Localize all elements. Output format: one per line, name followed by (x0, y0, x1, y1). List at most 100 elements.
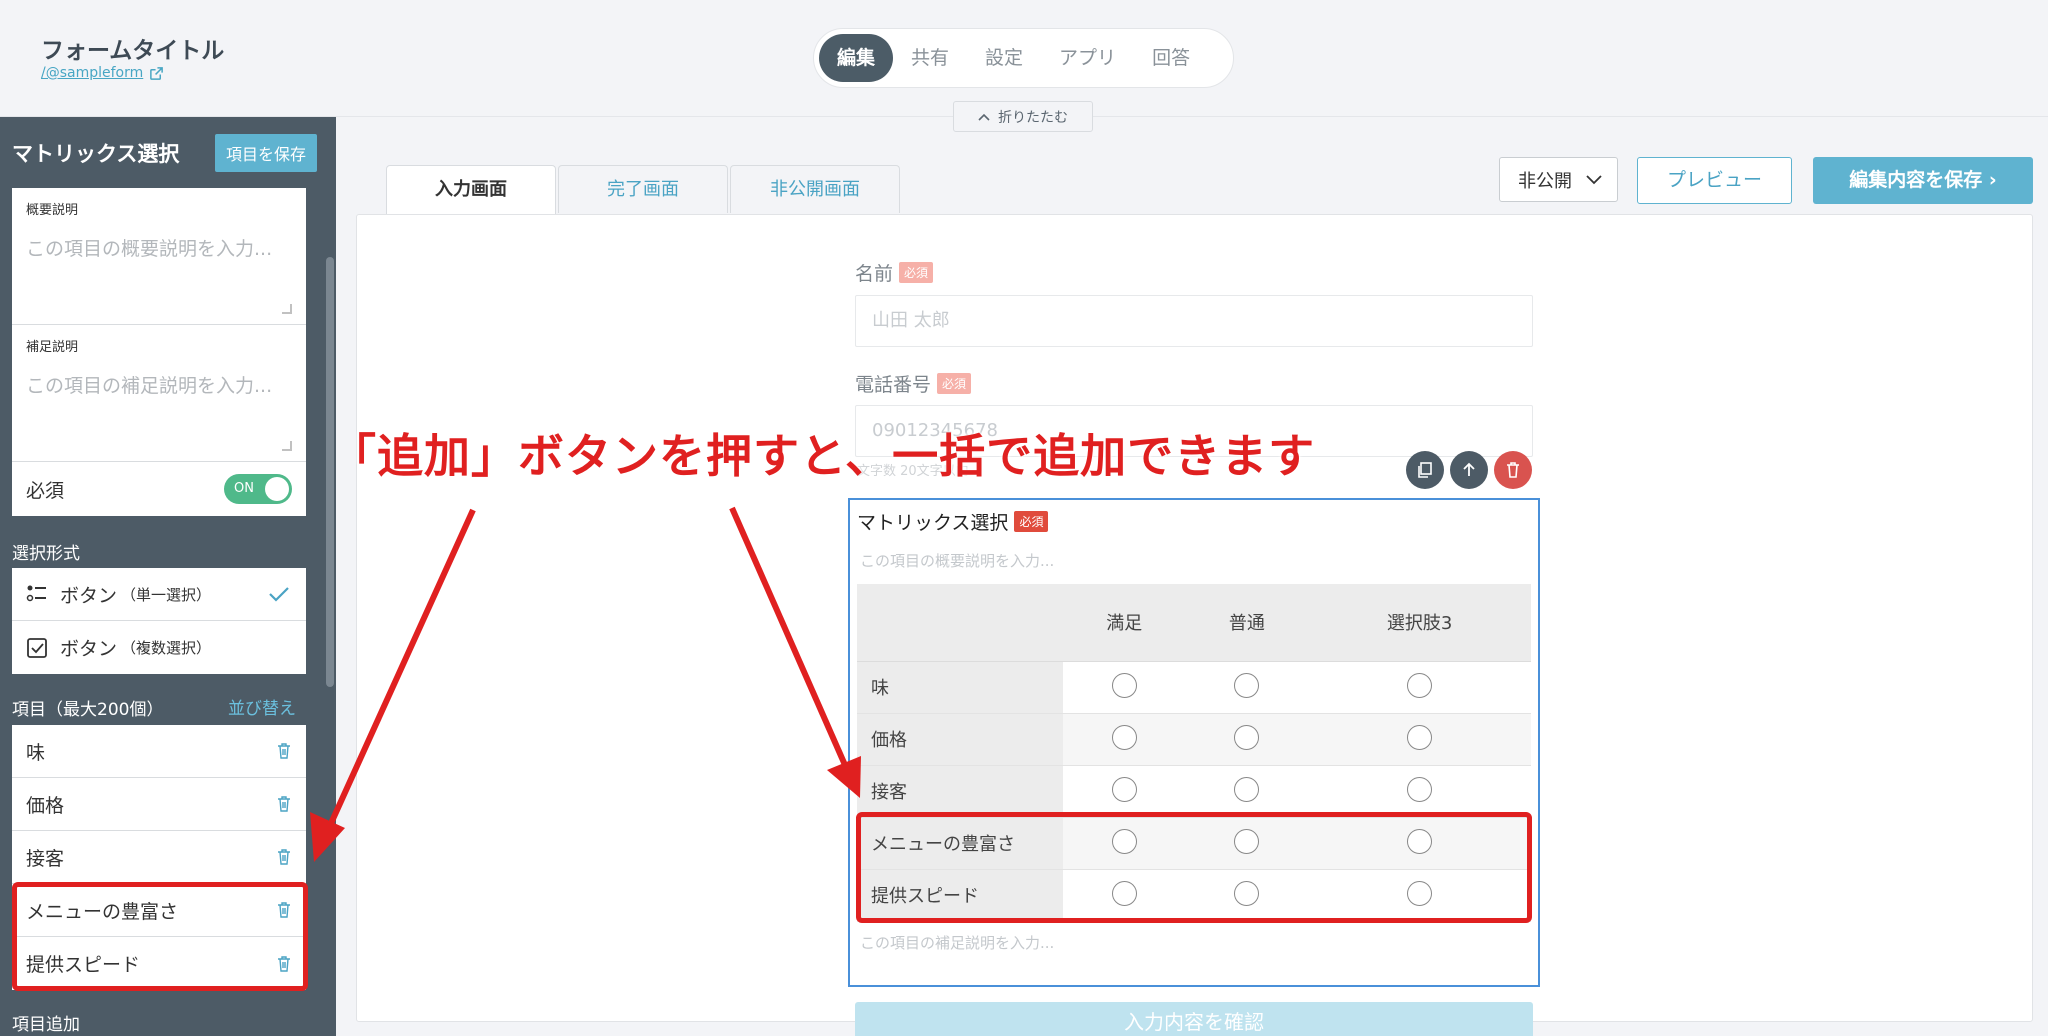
matrix-row-label: 味 (857, 661, 1063, 714)
option-sub: （複数選択） (121, 639, 212, 657)
radio-button[interactable] (1111, 776, 1137, 802)
matrix-title-row: マトリックス選択 必須 (857, 508, 1049, 535)
matrix-header-row: 満足 普通 選択肢3 (857, 584, 1531, 662)
selection-format-card: ボタン （単一選択） ボタン （複数選択） (12, 568, 306, 674)
screen-tab-bar: 入力画面 完了画面 非公開画面 (386, 165, 900, 215)
required-toggle[interactable]: ON (224, 474, 292, 504)
trash-icon[interactable] (276, 742, 292, 760)
tab-apps[interactable]: アプリ (1041, 34, 1134, 82)
arrow-up-icon (1463, 462, 1475, 476)
save-edits-button[interactable]: 編集内容を保存 › (1813, 157, 2033, 204)
annotation-caption: 「追加」ボタンを押すと、一括で追加できます (330, 429, 1316, 483)
list-item[interactable]: 味 (12, 725, 306, 778)
list-icon (26, 585, 46, 602)
save-edits-label: 編集内容を保存 (1849, 169, 1983, 191)
tab-complete-screen[interactable]: 完了画面 (558, 165, 728, 213)
matrix-column-header: 満足 (1063, 584, 1186, 662)
form-url-link[interactable]: /@sampleform (41, 65, 164, 81)
tab-responses[interactable]: 回答 (1134, 34, 1208, 82)
field-label-text: 電話番号 (855, 374, 932, 396)
checkbox-icon (27, 637, 47, 658)
item-label[interactable]: 接客 (26, 844, 64, 871)
tab-settings[interactable]: 設定 (967, 34, 1041, 82)
save-item-button[interactable]: 項目を保存 (214, 134, 317, 172)
radio-button[interactable] (1111, 672, 1137, 698)
trash-icon[interactable] (276, 795, 292, 813)
radio-button[interactable] (1407, 776, 1433, 802)
item-label[interactable]: 価格 (26, 791, 64, 818)
name-input[interactable]: 山田 太郎 (855, 295, 1533, 347)
tab-share[interactable]: 共有 (893, 34, 967, 82)
visibility-select[interactable]: 非公開 (1499, 157, 1618, 202)
tab-private-screen[interactable]: 非公開画面 (730, 165, 900, 213)
supplement-label: 補足説明 (26, 340, 79, 355)
radio-button[interactable] (1234, 672, 1260, 698)
collapse-button[interactable]: 折りたたむ (953, 101, 1093, 132)
matrix-supplement: この項目の補足説明を入力... (860, 934, 1055, 952)
add-items-label: 項目追加 (12, 1015, 80, 1035)
option-multi-select[interactable]: ボタン （複数選択） (12, 621, 306, 674)
chevron-right-icon: › (1988, 169, 1997, 191)
tab-input-screen[interactable]: 入力画面 (386, 165, 556, 215)
collapse-label: 折りたたむ (998, 109, 1068, 126)
overview-textarea[interactable]: この項目の概要説明を入力... (26, 234, 292, 261)
delete-item-button[interactable] (1494, 451, 1532, 489)
required-badge: 必須 (1014, 511, 1049, 532)
form-url-text: /@sampleform (41, 65, 144, 81)
radio-button[interactable] (1234, 724, 1260, 750)
toggle-state: ON (234, 481, 254, 496)
main-tab-bar: 編集 共有 設定 アプリ 回答 (813, 28, 1234, 88)
name-field-label: 名前 必須 (855, 259, 934, 286)
confirm-input-button[interactable]: 入力内容を確認 (855, 1002, 1533, 1036)
required-badge: 必須 (899, 262, 934, 283)
highlight-box-matrix (856, 812, 1532, 923)
matrix-corner (857, 584, 1063, 662)
field-label-text: 名前 (855, 263, 894, 285)
preview-button[interactable]: プレビュー (1637, 157, 1792, 204)
radio-button[interactable] (1407, 724, 1433, 750)
toggle-knob (265, 477, 289, 501)
resize-handle-icon[interactable] (282, 441, 292, 451)
overview-label: 概要説明 (26, 203, 79, 218)
visibility-value: 非公開 (1518, 170, 1572, 192)
move-up-button[interactable] (1450, 451, 1488, 489)
trash-icon (1507, 462, 1519, 478)
option-sub: （単一選択） (121, 585, 212, 604)
checkmark-icon (269, 587, 289, 602)
matrix-description: この項目の概要説明を入力... (860, 552, 1055, 570)
chevron-down-icon (1586, 174, 1602, 184)
chevron-up-icon (978, 113, 990, 121)
required-row: 必須 ON (12, 462, 306, 516)
radio-button[interactable] (1234, 776, 1260, 802)
copy-button[interactable] (1406, 451, 1444, 489)
option-single-select[interactable]: ボタン （単一選択） (12, 568, 306, 621)
supplement-textarea[interactable]: この項目の補足説明を入力... (26, 371, 292, 398)
matrix-title: マトリックス選択 (857, 512, 1009, 534)
item-label[interactable]: 味 (26, 738, 45, 765)
phone-field-label: 電話番号 必須 (855, 370, 972, 397)
supplement-field[interactable]: 補足説明 この項目の補足説明を入力... (12, 325, 306, 462)
radio-button[interactable] (1111, 724, 1137, 750)
list-item[interactable]: 接客 (12, 831, 306, 884)
matrix-row: 接客 (857, 765, 1531, 818)
sidebar-title: マトリックス選択 (12, 142, 180, 166)
option-label: ボタン (60, 638, 118, 660)
tab-edit[interactable]: 編集 (819, 34, 894, 82)
matrix-row-label: 価格 (857, 713, 1063, 766)
required-label: 必須 (26, 479, 65, 502)
form-title: フォームタイトル (41, 38, 225, 64)
matrix-column-header: 選択肢3 (1308, 584, 1531, 662)
required-badge: 必須 (937, 373, 972, 394)
radio-button[interactable] (1407, 672, 1433, 698)
matrix-row: 味 (857, 661, 1531, 714)
matrix-column-header: 普通 (1185, 584, 1309, 662)
reorder-link[interactable]: 並び替え (228, 694, 296, 719)
external-link-icon (150, 66, 164, 80)
overview-field[interactable]: 概要説明 この項目の概要説明を入力... (12, 188, 306, 325)
list-item[interactable]: 価格 (12, 778, 306, 831)
selection-format-label: 選択形式 (12, 544, 80, 564)
description-card: 概要説明 この項目の概要説明を入力... 補足説明 この項目の補足説明を入力..… (12, 188, 306, 516)
trash-icon[interactable] (276, 848, 292, 866)
option-label: ボタン (60, 584, 118, 607)
resize-handle-icon[interactable] (282, 304, 292, 314)
